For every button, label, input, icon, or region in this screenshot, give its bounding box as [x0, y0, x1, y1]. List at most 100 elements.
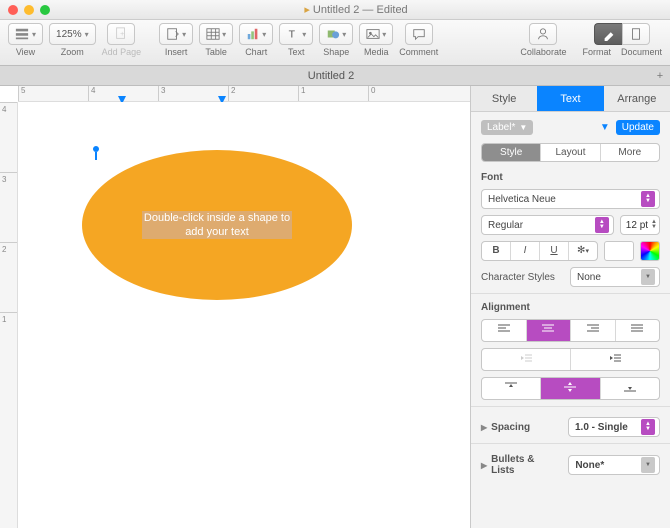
text-subtabs: Style Layout More	[481, 143, 660, 162]
align-right-button[interactable]	[570, 320, 615, 341]
shape-label: Shape	[323, 47, 349, 57]
insert-button[interactable]: ▾	[159, 23, 193, 45]
indent-icon	[609, 353, 621, 363]
window-controls	[8, 5, 50, 15]
valign-bottom-button[interactable]	[600, 378, 659, 399]
ruler-tick: 2	[0, 242, 17, 312]
horizontal-ruler[interactable]: 5 4 3 2 1 0	[18, 86, 470, 102]
anchor-pin-icon[interactable]	[93, 146, 99, 160]
align-right-icon	[587, 324, 599, 334]
text-style-gear-button[interactable]: ✻▾	[568, 242, 597, 260]
zoom-label: Zoom	[61, 47, 84, 57]
text-icon: T	[286, 27, 300, 41]
ruler-tick: 4	[0, 102, 17, 172]
insert-label: Insert	[165, 47, 188, 57]
valign-bottom-icon	[624, 382, 636, 392]
zoom-window-button[interactable]	[40, 5, 50, 15]
character-styles-select[interactable]: None▼	[570, 267, 660, 287]
ruler-tick: 5	[18, 86, 88, 101]
text-color-swatch[interactable]	[604, 241, 634, 261]
document-tab[interactable]: Untitled 2	[12, 70, 650, 82]
valign-middle-icon	[564, 382, 576, 392]
outdent-icon	[520, 353, 532, 363]
zoom-select[interactable]: 125%▾	[49, 23, 96, 45]
table-icon	[206, 27, 220, 41]
bullets-select[interactable]: None*▼	[568, 455, 660, 475]
font-size-stepper[interactable]: 12 pt▲▼	[620, 215, 660, 235]
titlebar: ▸ Untitled 2 — Edited	[0, 0, 670, 20]
inspector-tab-text[interactable]: Text	[537, 86, 603, 111]
font-family-select[interactable]: Helvetica Neue▲▼	[481, 189, 660, 209]
format-label: Format	[582, 47, 611, 57]
spacing-disclosure-icon[interactable]: ▶	[481, 423, 487, 432]
table-label: Table	[205, 47, 227, 57]
italic-button[interactable]: I	[510, 242, 539, 260]
text-button[interactable]: T▾	[279, 23, 313, 45]
minimize-window-button[interactable]	[24, 5, 34, 15]
align-justify-button[interactable]	[615, 320, 660, 341]
shape-placeholder-text[interactable]: Double-click inside a shape toadd your t…	[142, 211, 292, 239]
collaborate-icon	[536, 27, 550, 41]
view-button[interactable]: ▾	[8, 23, 43, 45]
font-section-label: Font	[481, 172, 660, 183]
canvas-area[interactable]: 5 4 3 2 1 0 4 3 2 1 Double-click inside …	[0, 86, 470, 528]
font-weight-select[interactable]: Regular▲▼	[481, 215, 614, 235]
chart-icon	[246, 27, 260, 41]
indent-decrease-button[interactable]	[482, 349, 570, 370]
paragraph-style-picker[interactable]: Label*▼	[481, 120, 533, 135]
document-label: Document	[621, 47, 662, 57]
align-left-icon	[498, 324, 510, 334]
underline-button[interactable]: U	[539, 242, 568, 260]
collaborate-label: Collaborate	[520, 47, 566, 57]
spacing-label: Spacing	[491, 422, 530, 433]
window-title: ▸ Untitled 2 — Edited	[50, 3, 662, 16]
valign-middle-button[interactable]	[540, 378, 599, 399]
vertical-ruler[interactable]: 4 3 2 1	[0, 102, 18, 528]
indent-increase-button[interactable]	[570, 349, 659, 370]
ruler-tick: 3	[0, 172, 17, 242]
ruler-tick: 1	[0, 312, 17, 382]
document-icon	[629, 27, 643, 41]
subtab-style[interactable]: Style	[482, 144, 540, 161]
comment-button[interactable]	[405, 23, 433, 45]
spacing-select[interactable]: 1.0 - Single▲▼	[568, 417, 660, 437]
oval-shape[interactable]: Double-click inside a shape toadd your t…	[82, 150, 352, 300]
chart-button[interactable]: ▾	[239, 23, 273, 45]
align-center-button[interactable]	[526, 320, 571, 341]
ruler-tick: 3	[158, 86, 228, 101]
format-button[interactable]	[594, 23, 622, 45]
document-button[interactable]	[622, 23, 650, 45]
bullets-disclosure-icon[interactable]: ▶	[481, 461, 487, 470]
view-label: View	[16, 47, 35, 57]
new-tab-button[interactable]: +	[650, 70, 670, 82]
inspector-tab-arrange[interactable]: Arrange	[604, 86, 670, 111]
valign-top-button[interactable]	[482, 378, 540, 399]
alignment-section-label: Alignment	[481, 302, 660, 313]
document-tab-bar: Untitled 2 +	[0, 66, 670, 86]
update-style-button[interactable]: Update	[616, 120, 660, 135]
add-page-button[interactable]: +	[107, 23, 135, 45]
color-picker-button[interactable]	[640, 241, 660, 261]
inspector-panel: Style Text Arrange Label*▼ ▼ Update Styl…	[470, 86, 670, 528]
bullets-label: Bullets & Lists	[491, 454, 560, 476]
style-disclosure-icon[interactable]: ▼	[600, 122, 610, 133]
insert-icon	[166, 27, 180, 41]
media-icon	[366, 27, 380, 41]
comment-label: Comment	[399, 47, 438, 57]
shape-icon	[326, 27, 340, 41]
align-left-button[interactable]	[482, 320, 526, 341]
comment-icon	[412, 27, 426, 41]
subtab-layout[interactable]: Layout	[540, 144, 599, 161]
add-page-icon: +	[114, 27, 128, 41]
shape-button[interactable]: ▾	[319, 23, 353, 45]
close-window-button[interactable]	[8, 5, 18, 15]
bold-button[interactable]: B	[482, 242, 510, 260]
align-justify-icon	[631, 324, 643, 334]
media-button[interactable]: ▾	[359, 23, 393, 45]
inspector-tab-style[interactable]: Style	[471, 86, 537, 111]
media-label: Media	[364, 47, 389, 57]
subtab-more[interactable]: More	[600, 144, 659, 161]
table-button[interactable]: ▾	[199, 23, 233, 45]
svg-text:T: T	[289, 29, 296, 41]
collaborate-button[interactable]	[529, 23, 557, 45]
